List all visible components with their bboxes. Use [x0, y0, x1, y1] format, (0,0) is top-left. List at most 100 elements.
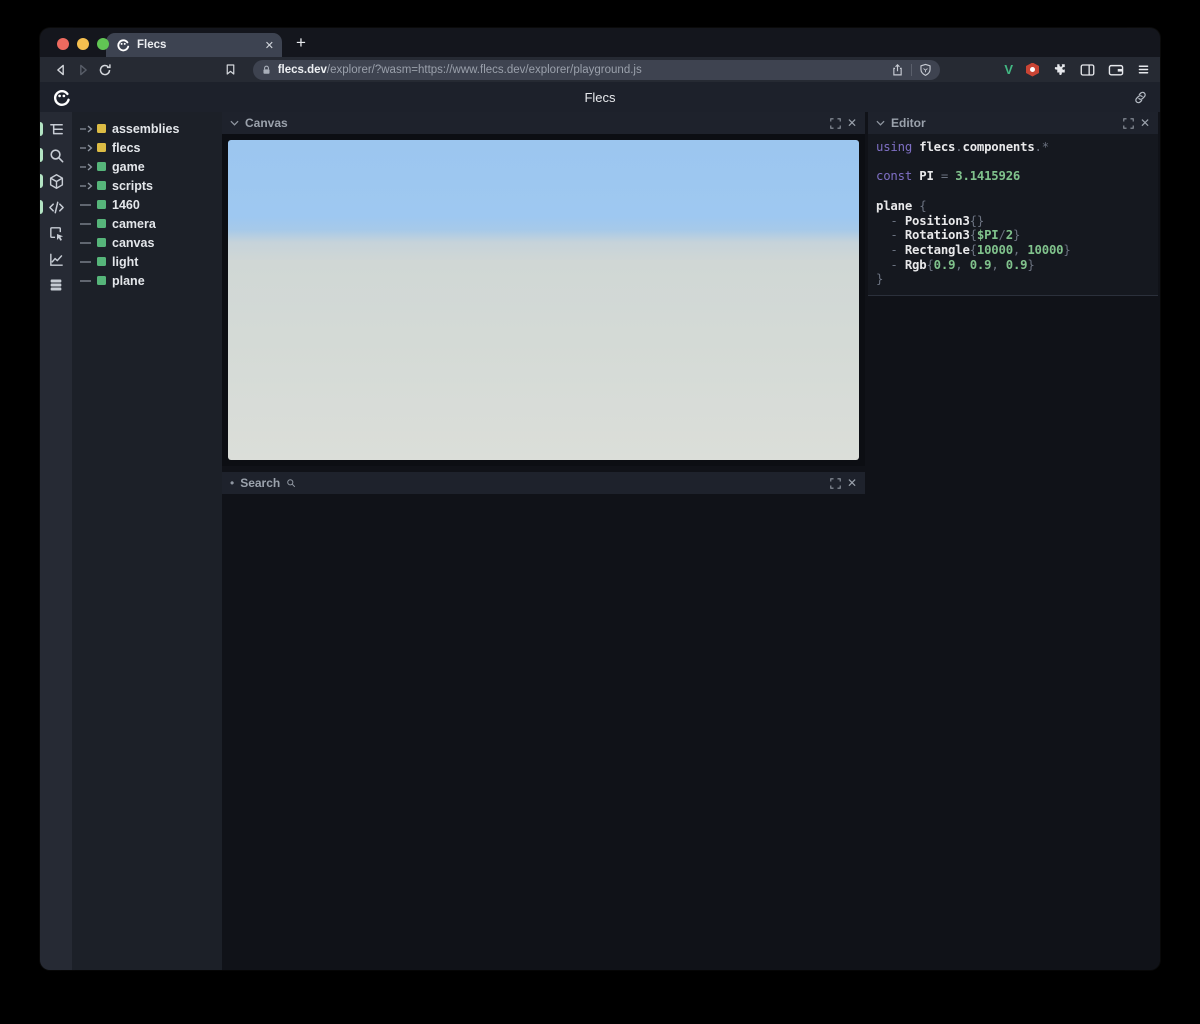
code-icon[interactable]	[40, 194, 72, 220]
wallet-icon[interactable]	[1108, 63, 1124, 77]
search-panel-header: • Search ✕	[222, 472, 865, 494]
window-minimize-button[interactable]	[77, 38, 89, 50]
browser-window: Flecs ✕ + flecs.dev/explorer/?wasm=https…	[40, 28, 1160, 970]
lock-icon	[261, 64, 272, 76]
tree-item-plane[interactable]: plane	[80, 271, 222, 290]
editor-panel-header: Editor ✕	[868, 112, 1158, 134]
vue-devtools-icon[interactable]: V	[1004, 62, 1013, 77]
tab-title: Flecs	[137, 39, 167, 51]
search-panel-title: Search	[240, 476, 281, 490]
chevron-down-icon[interactable]	[230, 120, 239, 126]
tree-item-label: assemblies	[112, 121, 180, 136]
divider	[911, 63, 913, 76]
brave-shield-icon[interactable]	[919, 63, 932, 77]
main-column: Canvas ✕ • Search ✕	[222, 112, 865, 970]
tree-item-label: canvas	[112, 235, 155, 250]
canvas-panel-title: Canvas	[245, 116, 288, 130]
cube-icon[interactable]	[40, 168, 72, 194]
tree-item-label: plane	[112, 273, 145, 288]
editor-panel: Editor ✕ using flecs.components.* const …	[868, 112, 1158, 970]
tree-item-label: 1460	[112, 197, 140, 212]
chevron-down-icon[interactable]	[876, 120, 885, 126]
rows-icon[interactable]	[40, 272, 72, 298]
window-close-button[interactable]	[57, 38, 69, 50]
app-header: Flecs	[40, 82, 1160, 112]
app-content: assemblies flecs game scripts 1460 camera canv…	[40, 112, 1160, 970]
flecs-favicon-icon	[116, 38, 130, 52]
sidebar-toggle-icon[interactable]	[1080, 63, 1095, 77]
collapsed-bullet-icon[interactable]: •	[230, 477, 234, 489]
entity-square-icon	[97, 200, 106, 209]
url-path: /explorer/?wasm=https://www.flecs.dev/ex…	[326, 63, 642, 76]
canvas-panel-body	[222, 134, 865, 466]
entity-square-icon	[97, 219, 106, 228]
canvas-panel-header: Canvas ✕	[222, 112, 865, 134]
url-text: flecs.dev/explorer/?wasm=https://www.fle…	[278, 64, 886, 76]
viewport-canvas[interactable]	[228, 140, 859, 460]
back-icon[interactable]	[50, 59, 72, 81]
tree-item-label: light	[112, 254, 139, 269]
leaf-dash-icon	[80, 201, 97, 209]
entity-square-icon	[97, 257, 106, 266]
window-zoom-button[interactable]	[97, 38, 109, 50]
code-line: using flecs.components.*	[876, 140, 1049, 154]
extension-icons: V	[1004, 62, 1150, 77]
leaf-dash-icon	[80, 258, 97, 266]
close-icon[interactable]: ✕	[1140, 116, 1150, 130]
tree-item-assemblies[interactable]: assemblies	[80, 119, 222, 138]
code-line: const PI = 3.1415926	[876, 169, 1021, 184]
inspector-icon[interactable]	[40, 220, 72, 246]
tree-item-label: game	[112, 159, 145, 174]
page-title: Flecs	[584, 89, 616, 105]
expand-chevron-icon[interactable]	[80, 124, 97, 133]
bookmark-icon[interactable]	[220, 59, 242, 81]
entity-square-icon	[97, 181, 106, 190]
tab-strip: Flecs ✕ +	[40, 28, 1160, 57]
chart-icon[interactable]	[40, 246, 72, 272]
entity-square-icon	[97, 143, 106, 152]
browser-tab[interactable]: Flecs ✕	[106, 33, 282, 57]
share-icon[interactable]	[891, 63, 904, 77]
new-tab-button[interactable]: +	[296, 32, 306, 54]
tree-item-scripts[interactable]: scripts	[80, 176, 222, 195]
traffic-lights	[57, 38, 109, 50]
entity-square-icon	[97, 124, 106, 133]
expand-chevron-icon[interactable]	[80, 181, 97, 190]
code-line: - Rgb{0.9, 0.9, 0.9}	[876, 257, 1035, 272]
red-extension-icon[interactable]	[1026, 62, 1039, 77]
reload-icon[interactable]	[94, 59, 116, 81]
code-line: - Rectangle{10000, 10000}	[876, 242, 1071, 257]
tree-item-label: camera	[112, 216, 156, 231]
url-bar[interactable]: flecs.dev/explorer/?wasm=https://www.fle…	[252, 59, 941, 80]
tree-item-canvas[interactable]: canvas	[80, 233, 222, 252]
tree-item-game[interactable]: game	[80, 157, 222, 176]
code-editor[interactable]: using flecs.components.* const PI = 3.14…	[868, 134, 1158, 297]
fullscreen-icon[interactable]	[830, 117, 841, 129]
magnifier-icon	[286, 478, 296, 488]
tree-icon[interactable]	[40, 116, 72, 142]
tree-item-flecs[interactable]: flecs	[80, 138, 222, 157]
menu-icon[interactable]	[1137, 63, 1150, 76]
close-icon[interactable]: ✕	[847, 476, 857, 490]
tree-item-camera[interactable]: camera	[80, 214, 222, 233]
fullscreen-icon[interactable]	[830, 477, 841, 489]
entity-square-icon	[97, 276, 106, 285]
close-icon[interactable]: ✕	[847, 116, 857, 130]
tree-item-light[interactable]: light	[80, 252, 222, 271]
expand-chevron-icon[interactable]	[80, 143, 97, 152]
leaf-dash-icon	[80, 220, 97, 228]
code-line: plane {	[876, 198, 927, 213]
code-line: - Position3{}	[876, 213, 985, 228]
tree-item-label: flecs	[112, 140, 141, 155]
extensions-puzzle-icon[interactable]	[1052, 62, 1067, 77]
fullscreen-icon[interactable]	[1123, 117, 1134, 129]
search-icon[interactable]	[40, 142, 72, 168]
tree-item-1460[interactable]: 1460	[80, 195, 222, 214]
forward-icon	[72, 59, 94, 81]
expand-chevron-icon[interactable]	[80, 162, 97, 171]
tree-item-label: scripts	[112, 178, 153, 193]
code-line: - Rotation3{$PI/2}	[876, 228, 1021, 243]
tab-close-icon[interactable]: ✕	[265, 39, 274, 52]
